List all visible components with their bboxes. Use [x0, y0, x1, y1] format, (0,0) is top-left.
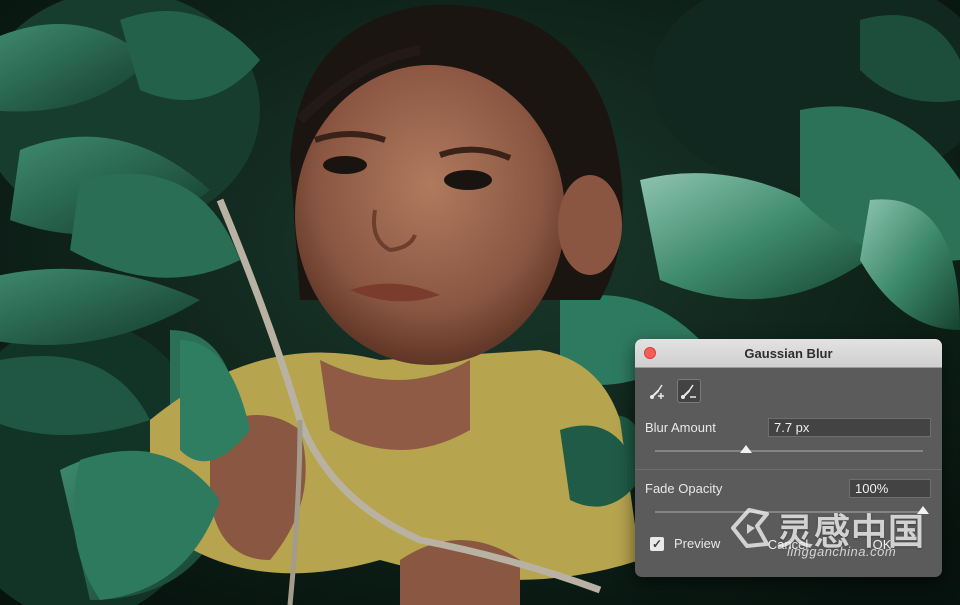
divider [635, 469, 942, 470]
fade-opacity-slider-track[interactable] [655, 511, 923, 513]
gaussian-blur-dialog: Gaussian Blur Blur Amount 7.7 px Fade Op… [635, 339, 942, 577]
preview-checkbox[interactable]: ✓ [650, 537, 664, 551]
cancel-button[interactable]: Cancel [753, 535, 823, 555]
preview-label[interactable]: Preview [674, 536, 720, 551]
blur-amount-slider-track[interactable] [655, 450, 923, 452]
fade-opacity-label: Fade Opacity [645, 481, 723, 496]
dialog-title: Gaussian Blur [744, 346, 833, 361]
remove-blur-brush-tool[interactable] [677, 379, 701, 403]
dialog-titlebar[interactable]: Gaussian Blur [635, 339, 942, 368]
blur-amount-label: Blur Amount [645, 420, 716, 435]
blur-amount-field[interactable]: 7.7 px [768, 418, 931, 437]
ok-button[interactable]: OK [857, 535, 907, 555]
blur-amount-slider-thumb[interactable] [740, 445, 753, 453]
brush-minus-icon [681, 384, 696, 399]
fade-opacity-field[interactable]: 100% [849, 479, 931, 498]
brush-plus-icon [650, 384, 664, 399]
add-blur-brush-tool[interactable] [646, 379, 670, 403]
fade-opacity-slider-thumb[interactable] [917, 506, 929, 514]
